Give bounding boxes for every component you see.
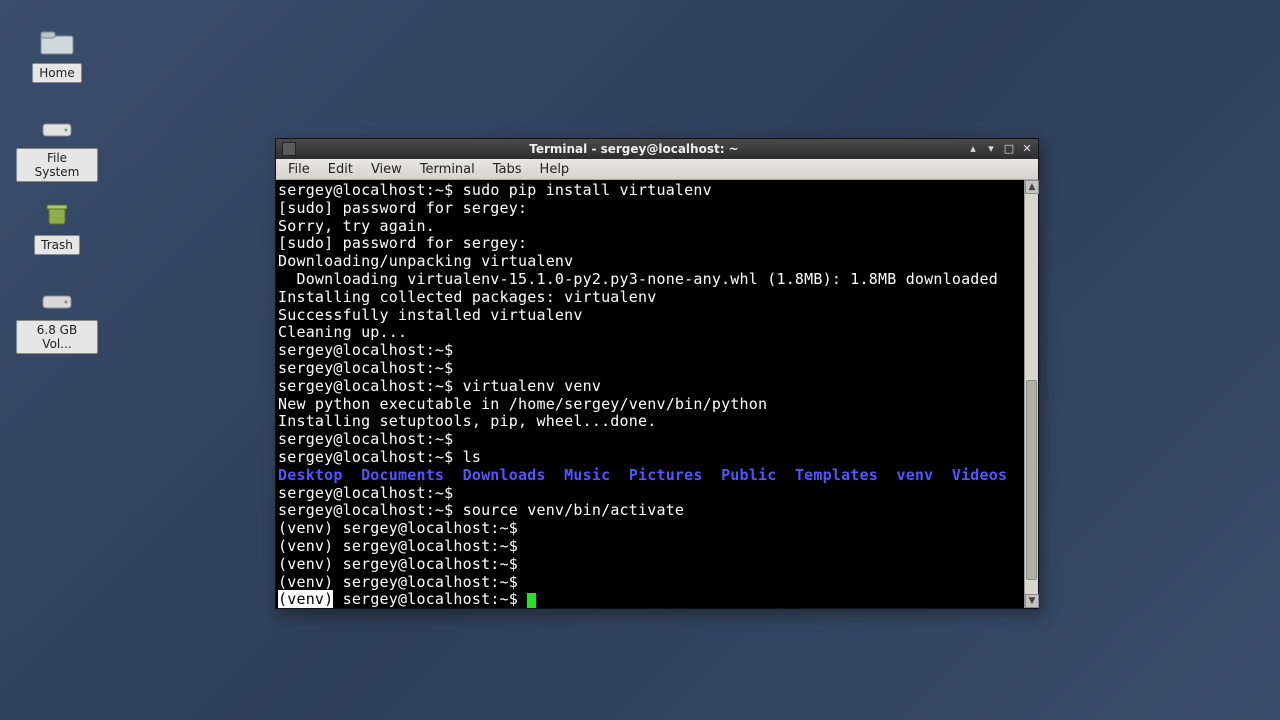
minimize-button[interactable]: ▾ [984,142,998,156]
icon-label: Home [32,63,81,83]
term-line: sergey@localhost:~$ [278,484,453,502]
close-button[interactable]: ✕ [1020,142,1034,156]
drive-icon [39,114,75,142]
term-line: [sudo] password for sergey: [278,199,527,217]
menu-terminal[interactable]: Terminal [412,161,483,178]
term-line: (venv) sergey@localhost:~$ [278,573,518,591]
term-line: sergey@localhost:~$ virtualenv venv [278,377,601,395]
term-line: Cleaning up... [278,323,407,341]
icon-label: 6.8 GB Vol... [16,320,98,354]
term-line: sergey@localhost:~$ [278,359,453,377]
scroll-up-button[interactable]: ▲ [1025,180,1039,194]
term-line: sergey@localhost:~$ [278,430,453,448]
term-line-dirs: Desktop Documents Downloads Music Pictur… [278,466,1007,484]
scroll-down-button[interactable]: ▼ [1025,594,1039,608]
term-line-current: (venv) sergey@localhost:~$ [278,590,536,608]
drive-icon [39,286,75,314]
scrollbar[interactable]: ▲ ▼ [1024,180,1038,608]
menubar: File Edit View Terminal Tabs Help [276,159,1038,180]
rollup-button[interactable]: ▴ [966,142,980,156]
terminal-body: sergey@localhost:~$ sudo pip install vir… [276,180,1038,608]
terminal-window[interactable]: Terminal - sergey@localhost: ~ ▴ ▾ □ ✕ F… [275,138,1039,609]
icon-label: Trash [34,235,80,255]
icon-label: File System [16,148,98,182]
term-line: sergey@localhost:~$ source venv/bin/acti… [278,501,684,519]
term-line: New python executable in /home/sergey/ve… [278,395,767,413]
trash-icon [39,200,75,228]
desktop-icon-filesystem[interactable]: File System [16,114,98,182]
menu-view[interactable]: View [363,161,410,178]
term-line: (venv) sergey@localhost:~$ [278,555,518,573]
window-title: Terminal - sergey@localhost: ~ [302,142,966,156]
term-line: Downloading/unpacking virtualenv [278,252,573,270]
maximize-button[interactable]: □ [1002,142,1016,156]
cursor [527,593,536,608]
menu-tabs[interactable]: Tabs [485,161,530,178]
desktop-icon-home[interactable]: Home [16,28,98,83]
desktop-icon-volume[interactable]: 6.8 GB Vol... [16,286,98,354]
folder-home-icon [39,28,75,56]
window-app-icon [282,142,296,156]
term-line: sergey@localhost:~$ sudo pip install vir… [278,181,712,199]
term-line: (venv) sergey@localhost:~$ [278,537,518,555]
term-line: sergey@localhost:~$ ls [278,448,481,466]
titlebar[interactable]: Terminal - sergey@localhost: ~ ▴ ▾ □ ✕ [276,139,1038,159]
terminal-content[interactable]: sergey@localhost:~$ sudo pip install vir… [276,180,1024,608]
menu-file[interactable]: File [280,161,318,178]
term-line: Sorry, try again. [278,217,435,235]
term-line: Downloading virtualenv-15.1.0-py2.py3-no… [278,270,998,288]
term-line: (venv) sergey@localhost:~$ [278,519,518,537]
term-line: Installing collected packages: virtualen… [278,288,656,306]
desktop-icon-trash[interactable]: Trash [16,200,98,255]
scroll-thumb[interactable] [1026,380,1037,580]
term-line: [sudo] password for sergey: [278,234,527,252]
menu-edit[interactable]: Edit [320,161,361,178]
menu-help[interactable]: Help [532,161,578,178]
term-line: Successfully installed virtualenv [278,306,583,324]
term-line: Installing setuptools, pip, wheel...done… [278,412,656,430]
term-line: sergey@localhost:~$ [278,341,453,359]
